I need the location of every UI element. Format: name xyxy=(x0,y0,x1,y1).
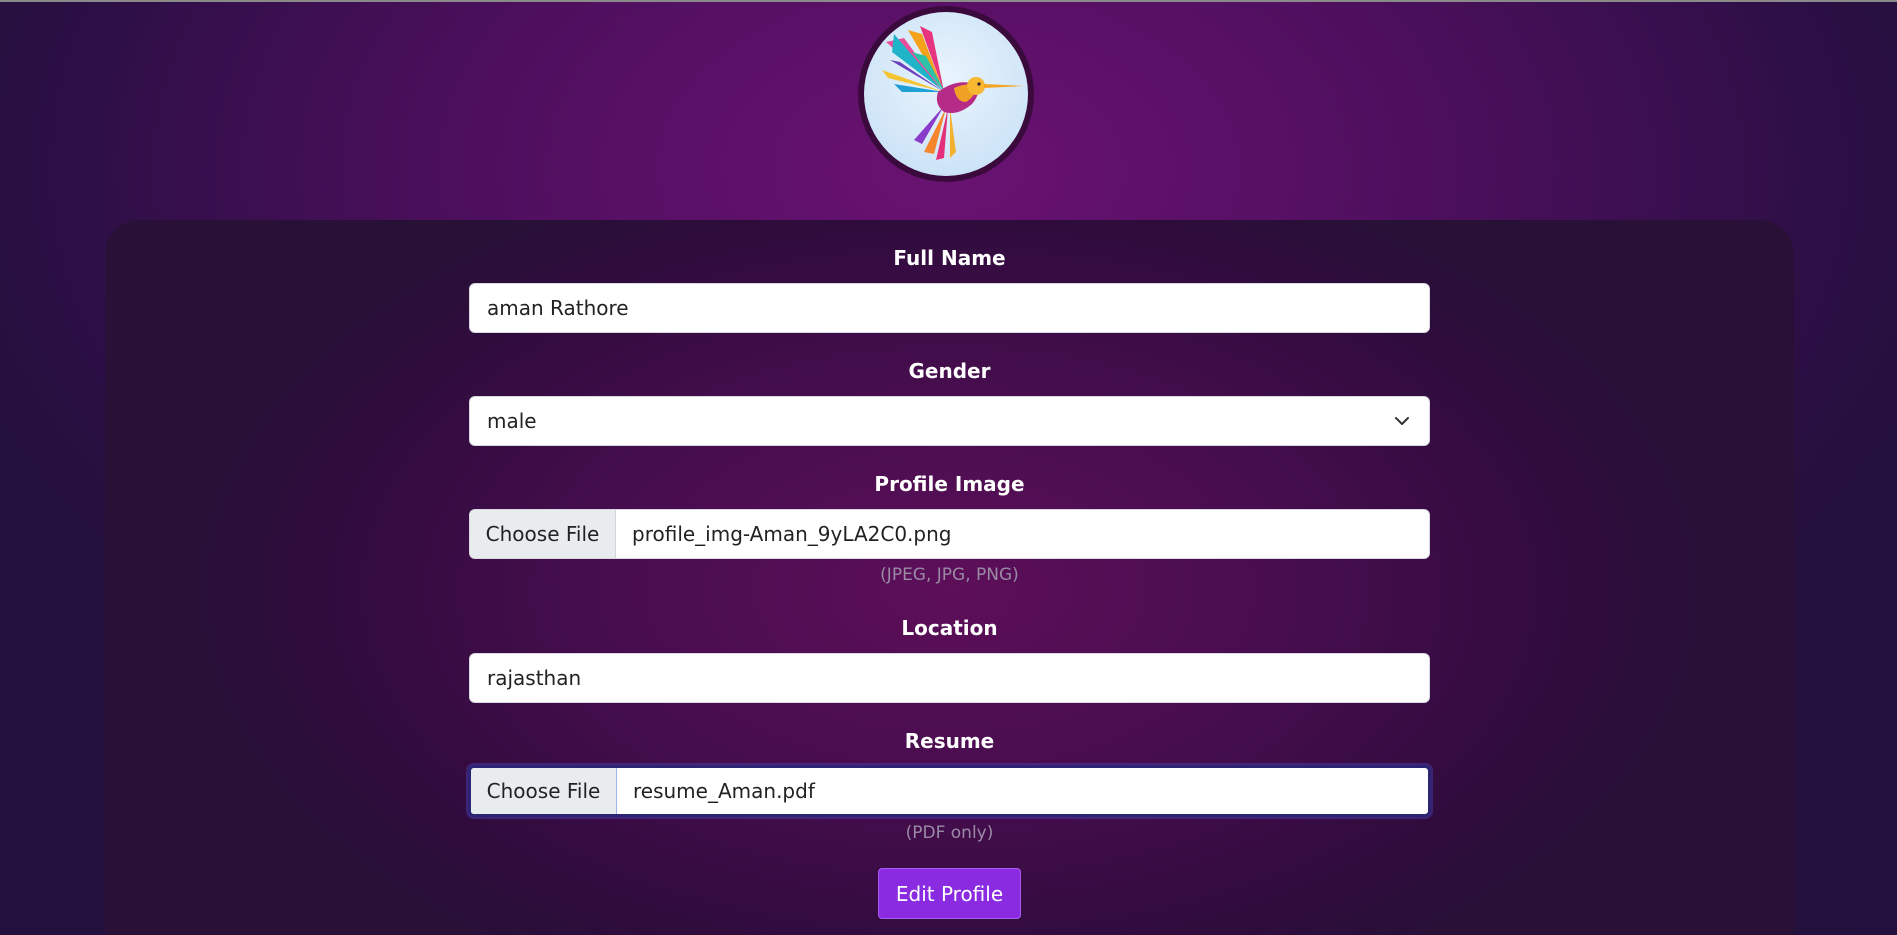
hummingbird-icon xyxy=(864,12,1028,176)
resume-filename: resume_Aman.pdf xyxy=(633,779,815,803)
location-label: Location xyxy=(901,616,998,640)
profile-image-choose-file-button[interactable]: Choose File xyxy=(470,510,616,558)
full-name-label: Full Name xyxy=(893,246,1006,270)
edit-profile-button[interactable]: Edit Profile xyxy=(878,868,1021,919)
profile-image-file-input[interactable]: Choose File profile_img-Aman_9yLA2C0.png xyxy=(469,509,1430,559)
avatar[interactable] xyxy=(858,6,1034,182)
full-name-input[interactable]: aman Rathore xyxy=(469,283,1430,333)
gender-select[interactable]: male xyxy=(469,396,1430,446)
resume-hint: (PDF only) xyxy=(905,823,994,843)
gender-label: Gender xyxy=(908,359,991,383)
resume-label: Resume xyxy=(904,729,995,753)
resume-choose-file-button[interactable]: Choose File xyxy=(471,768,617,814)
chevron-down-icon xyxy=(1395,417,1409,425)
profile-image-hint: (JPEG, JPG, PNG) xyxy=(880,565,1019,585)
location-input[interactable]: rajasthan xyxy=(469,653,1430,703)
gender-select-value: male xyxy=(487,409,537,433)
resume-file-input[interactable]: Choose File resume_Aman.pdf xyxy=(468,765,1431,817)
profile-image-filename: profile_img-Aman_9yLA2C0.png xyxy=(632,522,952,546)
profile-image-label: Profile Image xyxy=(874,472,1025,496)
window-top-border xyxy=(0,0,1897,2)
